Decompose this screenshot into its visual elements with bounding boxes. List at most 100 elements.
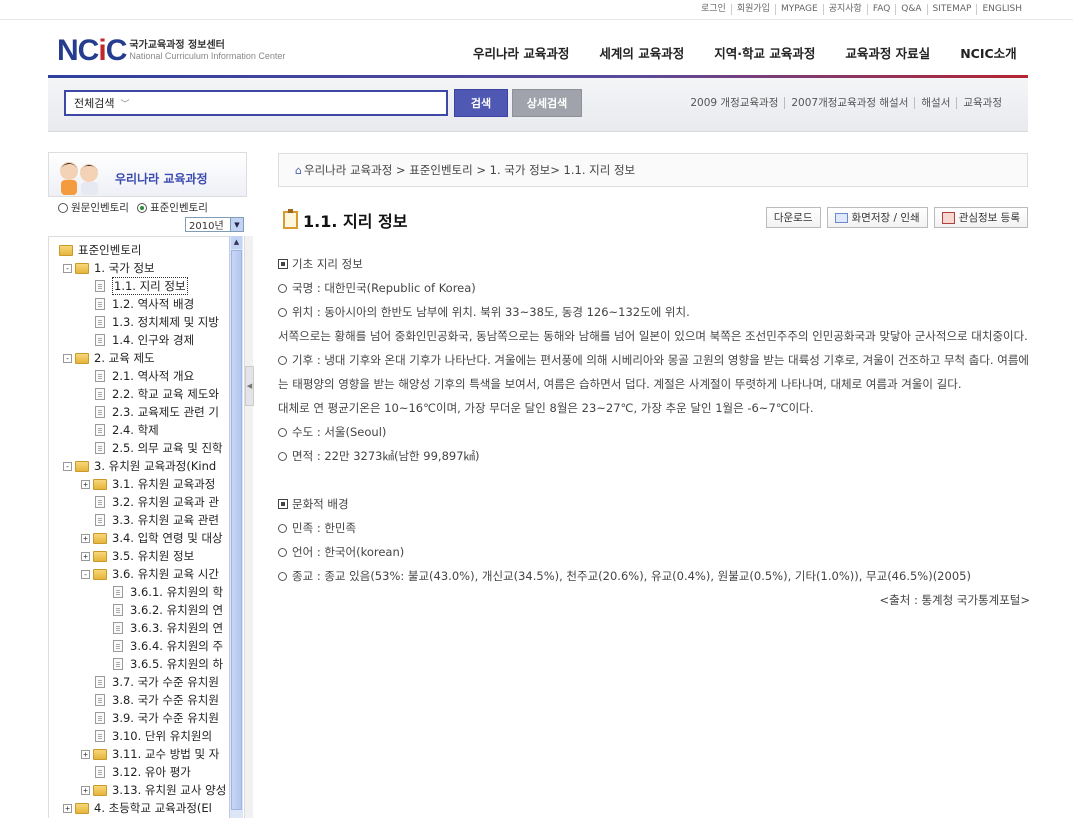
tree-item-label: 3.5. 유치원 정보: [112, 549, 195, 563]
global-nav: 우리나라 교육과정 세계의 교육과정 지역·학교 교육과정 교육과정 자료실 NCIC소…: [458, 43, 1032, 62]
quick-link[interactable]: 교육과정: [956, 97, 1008, 109]
radio-original-inventory[interactable]: 원문인벤토리: [58, 200, 129, 215]
collapse-arrow-icon[interactable]: ◀: [245, 366, 254, 406]
document-icon: [113, 640, 123, 652]
home-icon[interactable]: ⌂: [295, 164, 302, 177]
download-button[interactable]: 다운로드: [765, 207, 821, 228]
inventory-tree: 표준인벤토리 -1. 국가 정보 1.1. 지리 정보 1.2. 역사적 배경 1.3.…: [48, 236, 229, 818]
tree-item[interactable]: 1.4. 인구와 경제: [95, 331, 194, 349]
tree-item[interactable]: - 2. 교육 제도: [63, 349, 155, 367]
expand-icon[interactable]: +: [81, 551, 90, 561]
circle-bullet-icon: [278, 428, 287, 437]
tree-item[interactable]: 3.6.3. 유치원의 연: [113, 619, 223, 637]
expand-icon[interactable]: +: [81, 479, 90, 489]
tree-item[interactable]: 3.8. 국가 수준 유치원: [95, 691, 219, 709]
tree-item[interactable]: 3.6.1. 유치원의 학: [113, 583, 223, 601]
folder-icon: [93, 748, 107, 760]
utility-link[interactable]: FAQ: [866, 4, 895, 15]
search-scope-select[interactable]: 전체검색: [74, 95, 114, 111]
tree-item[interactable]: 2.4. 학제: [95, 421, 159, 439]
expand-icon[interactable]: +: [81, 749, 90, 759]
search-bar: 전체검색 ﹀ 검색 상세검색 2009 개정교육과정 2007개정교육과정 해설서…: [48, 78, 1028, 132]
collapse-icon[interactable]: -: [63, 263, 72, 273]
tree-item[interactable]: 표준인벤토리: [59, 241, 141, 259]
radio-standard-inventory[interactable]: 표준인벤토리: [136, 200, 208, 215]
tree-item[interactable]: 3.2. 유치원 교육과 관: [95, 493, 219, 511]
print-button[interactable]: 화면저장 / 인쇄: [826, 207, 928, 228]
tree-item[interactable]: 3.3. 유치원 교육 관련: [95, 511, 219, 529]
tree-item[interactable]: 3.12. 유아 평가: [95, 763, 191, 781]
tree-item[interactable]: 2.1. 역사적 개요: [95, 367, 194, 385]
collapse-icon[interactable]: -: [81, 569, 90, 579]
tree-item-label: 1.3. 정치체제 및 지방: [112, 315, 219, 329]
tree-item-label: 3.9. 국가 수준 유치원: [112, 711, 219, 725]
collapse-icon[interactable]: -: [63, 353, 72, 363]
tree-item[interactable]: +3.1. 유치원 교육과정: [81, 475, 215, 493]
add-interest-button[interactable]: 관심정보 등록: [933, 207, 1028, 228]
utility-link[interactable]: 공지사항: [822, 4, 867, 15]
tree-item[interactable]: 3.7. 국가 수준 유치원: [95, 673, 219, 691]
quick-link[interactable]: 해설서: [914, 97, 956, 109]
tree-item[interactable]: - 3. 유치원 교육과정(Kind: [63, 457, 216, 475]
tree-item[interactable]: - 1. 국가 정보: [63, 259, 155, 277]
children-illustration-icon: [60, 162, 98, 195]
print-label: 화면저장 / 인쇄: [851, 212, 920, 224]
advanced-search-button[interactable]: 상세검색: [512, 89, 582, 117]
utility-link[interactable]: Q&A: [895, 4, 926, 15]
document-icon: [95, 424, 105, 436]
utility-link[interactable]: ENGLISH: [976, 4, 1027, 15]
expand-icon[interactable]: +: [63, 803, 72, 813]
utility-link[interactable]: 로그인: [696, 4, 731, 15]
tree-item[interactable]: +3.13. 유치원 교사 양성: [81, 781, 226, 799]
year-select[interactable]: 2010년 ▼: [185, 217, 244, 232]
tree-item[interactable]: 3.6.4. 유치원의 주: [113, 637, 223, 655]
tree-item[interactable]: 2.3. 교육제도 관련 기: [95, 403, 219, 421]
quick-link[interactable]: 2009 개정교육과정: [684, 97, 784, 109]
tree-item[interactable]: 2.5. 의무 교육 및 진학: [95, 439, 223, 457]
tree-scrollbar[interactable]: ▲: [229, 236, 243, 818]
tree-item[interactable]: 2.2. 학교 교육 제도와: [95, 385, 219, 403]
logo-mark: NCiC: [57, 34, 127, 67]
tree-item[interactable]: +3.4. 입학 연령 및 대상: [81, 529, 223, 547]
search-button[interactable]: 검색: [454, 89, 508, 117]
document-icon: [113, 658, 123, 670]
dropdown-arrow-icon[interactable]: ▼: [230, 218, 243, 231]
gnb-item[interactable]: 교육과정 자료실: [845, 43, 930, 62]
section-heading: 기초 지리 정보: [278, 252, 1030, 276]
scrollbar-thumb[interactable]: [231, 250, 242, 810]
gnb-item[interactable]: 지역·학교 교육과정: [714, 43, 815, 62]
tree-item[interactable]: 3.6.2. 유치원의 연: [113, 601, 223, 619]
gnb-item[interactable]: 세계의 교육과정: [599, 43, 684, 62]
collapse-icon[interactable]: -: [63, 461, 72, 471]
tree-item[interactable]: - 3.6. 유치원 교육 시간: [81, 565, 219, 583]
document-icon: [95, 496, 105, 508]
tree-item[interactable]: 3.10. 단위 유치원의: [95, 727, 212, 745]
expand-icon[interactable]: +: [81, 785, 90, 795]
utility-link[interactable]: SITEMAP: [926, 4, 977, 15]
tree-item[interactable]: 3.9. 국가 수준 유치원: [95, 709, 219, 727]
gnb-item[interactable]: NCIC소개: [960, 43, 1016, 62]
utility-link[interactable]: MYPAGE: [774, 4, 823, 15]
square-bullet-icon: [278, 499, 288, 509]
tree-item-label: 3.1. 유치원 교육과정: [112, 477, 216, 491]
site-logo[interactable]: NCiC 국가교육과정 정보센터 National Curriculum Inf…: [57, 36, 285, 66]
tree-item[interactable]: +3.5. 유치원 정보: [81, 547, 194, 565]
search-input[interactable]: 전체검색 ﹀: [64, 90, 448, 116]
logo-title-ko: 국가교육과정 정보센터: [129, 40, 225, 51]
tree-item-label: 3.10. 단위 유치원의: [112, 729, 213, 743]
utility-link[interactable]: 회원가입: [730, 4, 775, 15]
quick-link[interactable]: 2007개정교육과정 해설서: [784, 97, 914, 109]
logo-text: 국가교육과정 정보센터 National Curriculum Informat…: [129, 40, 285, 62]
tree-item[interactable]: 1.3. 정치체제 및 지방: [95, 313, 219, 331]
expand-icon[interactable]: +: [81, 533, 90, 543]
tree-item[interactable]: +3.11. 교수 방법 및 자: [81, 745, 219, 763]
tree-item[interactable]: 3.6.5. 유치원의 하: [113, 655, 223, 673]
tree-item[interactable]: 1.2. 역사적 배경: [95, 295, 194, 313]
scroll-up-icon[interactable]: ▲: [231, 236, 242, 249]
logo-i: i: [98, 34, 106, 67]
folder-icon: [59, 244, 73, 256]
tree-item[interactable]: +4. 초등학교 교육과정(El: [63, 799, 212, 817]
gnb-item[interactable]: 우리나라 교육과정: [473, 43, 569, 62]
tree-item[interactable]: 1.1. 지리 정보: [95, 277, 188, 295]
